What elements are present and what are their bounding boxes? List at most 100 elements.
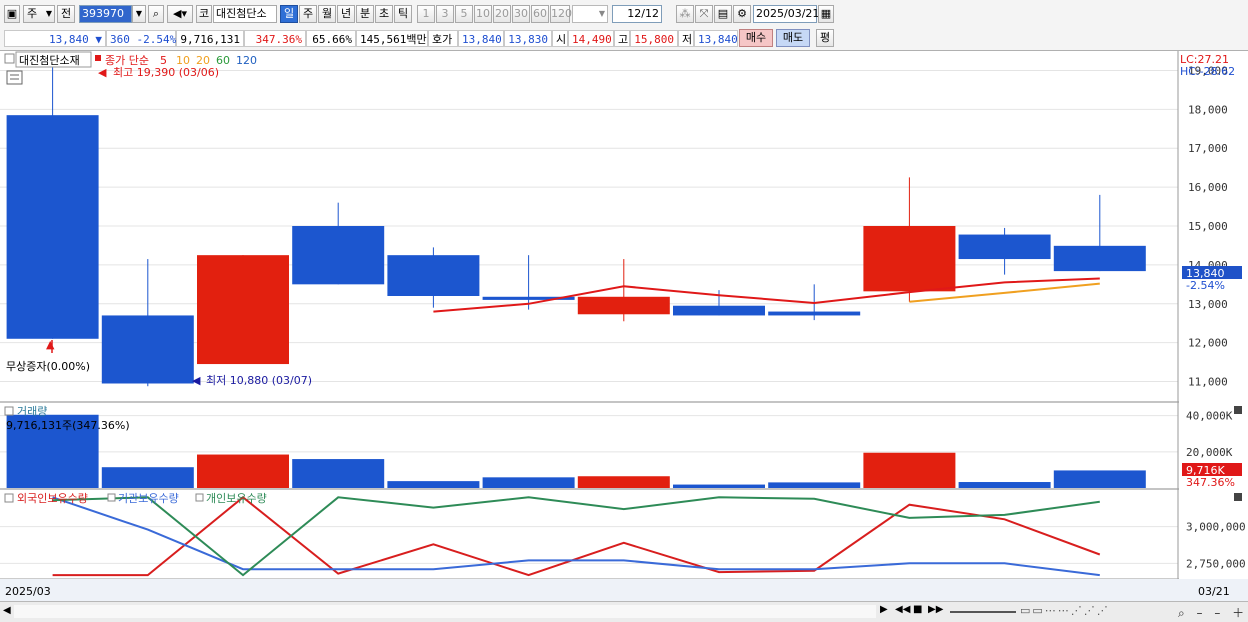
stock-code-input[interactable]: 393970 xyxy=(79,5,132,23)
period-year[interactable]: 년 xyxy=(337,5,355,23)
date-input[interactable]: 2025/03/21 xyxy=(753,5,819,23)
drawing-tools-icon[interactable]: ▭▭⋯⋯⋰⋰⋰ xyxy=(1020,604,1110,617)
price-tick-label: 16,000 xyxy=(1188,181,1228,194)
zoom-slider[interactable] xyxy=(950,611,1016,613)
period-minute[interactable]: 분 xyxy=(356,5,374,23)
calendar-icon[interactable]: ▦ xyxy=(818,5,834,23)
interval-20[interactable]: 20 xyxy=(493,5,511,23)
sell-button[interactable]: 매도 xyxy=(776,29,810,47)
stock-name-tag: 대진첨단소재 xyxy=(19,54,80,67)
high-price: 15,800 xyxy=(630,30,678,47)
x-axis-end-date: 03/21 xyxy=(1198,585,1230,598)
rewind-icon[interactable]: ◀◀ xyxy=(895,604,910,615)
event-annotation: 무상증자(0.00%) xyxy=(6,360,90,373)
price-tick-label: 12,000 xyxy=(1188,337,1228,350)
gear-icon[interactable]: ⚙ xyxy=(733,5,751,23)
legend-toggle-icon[interactable] xyxy=(107,493,116,502)
legend-toggle-icon[interactable] xyxy=(195,493,204,502)
holding-tick-label: 2,750,000 xyxy=(1186,557,1246,570)
ma-period-120[interactable]: 120 xyxy=(236,54,257,67)
custom-interval-input[interactable]: ▼ xyxy=(572,5,608,23)
chart-navigation-bar: ◀ ▶ ◀◀ ■ ▶▶ ▭▭⋯⋯⋰⋰⋰ ⌕ – – ＋ A xyxy=(0,601,1248,622)
candle-body xyxy=(673,305,765,316)
turnover-ratio: 65.66% xyxy=(306,30,356,47)
interval-3[interactable]: 3 xyxy=(436,5,454,23)
calculator-icon[interactable] xyxy=(6,70,23,85)
period-month[interactable]: 월 xyxy=(318,5,336,23)
x-axis-start-date: 2025/03 xyxy=(5,585,51,598)
stock-chart[interactable]: 11,000 12,000 13,000 14,000 15,000 16,000 17,0… xyxy=(0,51,1248,601)
price-change: 360 -2.54% xyxy=(106,30,176,47)
interval-30[interactable]: 30 xyxy=(512,5,530,23)
unit-select-label: 주 xyxy=(27,7,38,20)
volume-pct: 347.36% xyxy=(244,30,306,47)
chart-toolbar: ▣ 주 ▼ 전 393970 ▼ ⌕ ◀▾ 코 대진첨단소 일 주 월 년 분 초… xyxy=(0,0,1248,29)
volume-bar xyxy=(387,481,480,488)
interval-10[interactable]: 10 xyxy=(474,5,492,23)
individual-holding-legend[interactable]: 개인보유수량 xyxy=(206,492,267,505)
period-day[interactable]: 일 xyxy=(280,5,298,23)
low-price: 13,840 xyxy=(694,30,738,47)
period-tick[interactable]: 틱 xyxy=(394,5,412,23)
chevron-down-icon[interactable]: ▼ xyxy=(132,5,146,23)
stop-icon[interactable]: ■ xyxy=(913,604,922,615)
save-icon[interactable]: ▤ xyxy=(714,5,732,23)
last-pct-tag: -2.54% xyxy=(1186,279,1225,292)
down-arrow-icon: ▼ xyxy=(95,33,102,46)
compare-icon[interactable]: ⁂ xyxy=(676,5,694,23)
hc-label: HC:-28.62 xyxy=(1180,65,1235,78)
candle-body xyxy=(292,226,385,285)
chart-canvas[interactable]: 11,00012,00013,00014,00015,00016,00017,0… xyxy=(0,51,1248,601)
sound-icon[interactable]: ◀▾ xyxy=(167,5,193,23)
close-icon[interactable] xyxy=(1234,493,1242,501)
fast-forward-icon[interactable]: ▶▶ xyxy=(928,604,943,615)
scroll-right-icon[interactable]: ▶ xyxy=(880,604,888,615)
high-annotation: 최고 19,390 (03/06) xyxy=(113,66,219,79)
display-count-input[interactable]: 12/12 xyxy=(612,5,662,23)
candle-body xyxy=(958,234,1051,260)
prev-button[interactable]: 전 xyxy=(57,5,75,23)
period-week[interactable]: 주 xyxy=(299,5,317,23)
interval-1[interactable]: 1 xyxy=(417,5,435,23)
unit-select[interactable]: 주 ▼ xyxy=(23,5,55,23)
candle-body xyxy=(577,296,670,315)
chevron-down-icon: ▼ xyxy=(598,9,605,18)
volume-title[interactable]: 거래량 xyxy=(17,405,47,418)
volume-tick-label: 20,000K xyxy=(1186,446,1233,459)
foreign-holding-legend[interactable]: 외국인보유수량 xyxy=(17,492,88,505)
hoga-label: 호가 xyxy=(428,30,458,47)
volume-bar xyxy=(577,476,670,488)
market-button[interactable]: 코 xyxy=(196,5,212,23)
panel-toggle-icon[interactable] xyxy=(4,493,14,503)
zoom-tools-icon[interactable]: ⌕ – – ＋ A xyxy=(1178,604,1248,621)
candle-body xyxy=(387,255,480,296)
scroll-left-icon[interactable]: ◀ xyxy=(3,605,11,616)
stock-name-field: 대진첨단소 xyxy=(213,5,277,23)
buy-button[interactable]: 매수 xyxy=(739,29,773,47)
panel-toggle-icon[interactable] xyxy=(4,53,15,64)
price-tick-label: 11,000 xyxy=(1188,376,1228,389)
high-arrow-icon: ◀ xyxy=(98,66,107,79)
draw-tools-icon[interactable]: ⤧ xyxy=(695,5,713,23)
panel-toggle-icon[interactable] xyxy=(4,406,14,416)
interval-120[interactable]: 120 xyxy=(550,5,572,23)
bid-price: 13,830 xyxy=(504,30,552,47)
low-arrow-icon: ◀ xyxy=(192,374,201,387)
close-icon[interactable] xyxy=(1234,406,1242,414)
low-annotation: 최저 10,880 (03/07) xyxy=(206,374,312,387)
price-tick-label: 13,000 xyxy=(1188,298,1228,311)
price-tick-label: 18,000 xyxy=(1188,103,1228,116)
interval-5[interactable]: 5 xyxy=(455,5,473,23)
volume-bar xyxy=(101,467,194,488)
quote-bar: 13,840 ▼ 360 -2.54% 9,716,131 347.36% 65… xyxy=(0,28,1248,51)
eval-button[interactable]: 평 xyxy=(816,29,834,47)
period-second[interactable]: 초 xyxy=(375,5,393,23)
trade-amount: 145,561백만 xyxy=(356,30,428,47)
window-menu-icon[interactable]: ▣ xyxy=(4,5,20,23)
horizontal-scrollbar[interactable] xyxy=(14,605,876,618)
interval-60[interactable]: 60 xyxy=(531,5,549,23)
display-count: 12 xyxy=(627,7,642,20)
ma-legend-swatch xyxy=(95,55,101,61)
institution-holding-legend[interactable]: 기관보유수량 xyxy=(118,492,179,505)
search-icon[interactable]: ⌕ xyxy=(148,5,164,23)
